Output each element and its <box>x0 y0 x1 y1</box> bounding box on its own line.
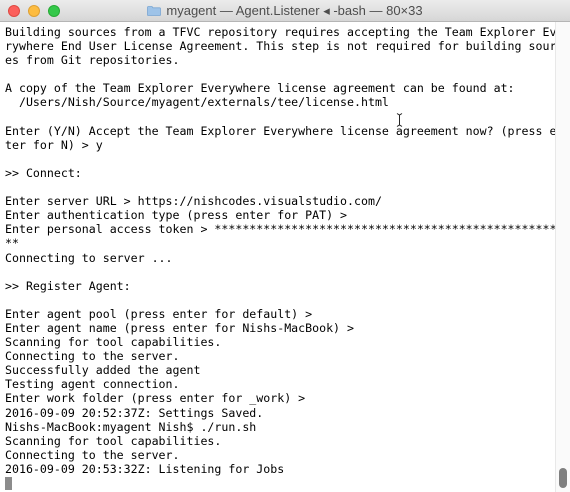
terminal-line: Testing agent connection. <box>5 377 180 392</box>
terminal-cursor-line <box>5 476 555 490</box>
vertical-scrollbar[interactable] <box>555 22 570 492</box>
terminal-window: myagent — Agent.Listener ◂ -bash — 80×33… <box>0 0 570 492</box>
terminal-output[interactable]: Building sources from a TFVC repository … <box>0 22 555 492</box>
terminal-line: rywhere End User License Agreement. This… <box>5 39 555 54</box>
terminal-line: 2016-09-09 20:52:37Z: Settings Saved. <box>5 405 264 420</box>
title-bar[interactable]: myagent — Agent.Listener ◂ -bash — 80×33 <box>0 0 570 22</box>
terminal-line: Nishs-MacBook:myagent Nish$ ./run.sh <box>5 419 257 434</box>
text-cursor-ibeam-icon <box>396 113 403 127</box>
terminal-line: Connecting to the server. <box>5 349 180 364</box>
folder-icon <box>147 6 162 16</box>
terminal-line: Enter work folder (press enter for _work… <box>5 391 306 406</box>
terminal-line: Enter server URL > https://nishcodes.vis… <box>5 194 382 209</box>
window-title: myagent — Agent.Listener ◂ -bash — 80×33 <box>166 3 423 18</box>
terminal-line: Successfully added the agent <box>5 363 201 378</box>
terminal-line: A copy of the Team Explorer Everywhere l… <box>5 81 515 96</box>
terminal-line: >> Register Agent: <box>5 278 131 293</box>
terminal-line: Enter agent pool (press enter for defaul… <box>5 306 313 321</box>
terminal-line: Building sources from a TFVC repository … <box>5 25 555 39</box>
terminal-line: Scanning for tool capabilities. <box>5 335 222 350</box>
terminal-line: ** <box>5 236 19 251</box>
terminal-line: Connecting to server ... <box>5 250 173 265</box>
terminal-line: Enter (Y/N) Accept the Team Explorer Eve… <box>5 123 555 138</box>
window-title-area: myagent — Agent.Listener ◂ -bash — 80×33 <box>0 0 570 22</box>
terminal-line: Connecting to the server. <box>5 447 180 462</box>
terminal-line: 2016-09-09 20:53:32Z: Listening for Jobs <box>5 461 285 476</box>
terminal-line: Scanning for tool capabilities. <box>5 433 222 448</box>
terminal-line: Enter agent name (press enter for Nishs-… <box>5 320 355 335</box>
terminal-line: ter for N) > y <box>5 137 103 152</box>
terminal-line: Enter personal access token > **********… <box>5 222 555 237</box>
terminal-line: Enter authentication type (press enter f… <box>5 208 348 223</box>
terminal-line: >> Connect: <box>5 165 82 180</box>
terminal-line: es from Git repositories. <box>5 53 180 68</box>
scrollbar-thumb[interactable] <box>559 468 567 488</box>
terminal-line: /Users/Nish/Source/myagent/externals/tee… <box>5 95 389 110</box>
block-cursor <box>5 477 12 490</box>
